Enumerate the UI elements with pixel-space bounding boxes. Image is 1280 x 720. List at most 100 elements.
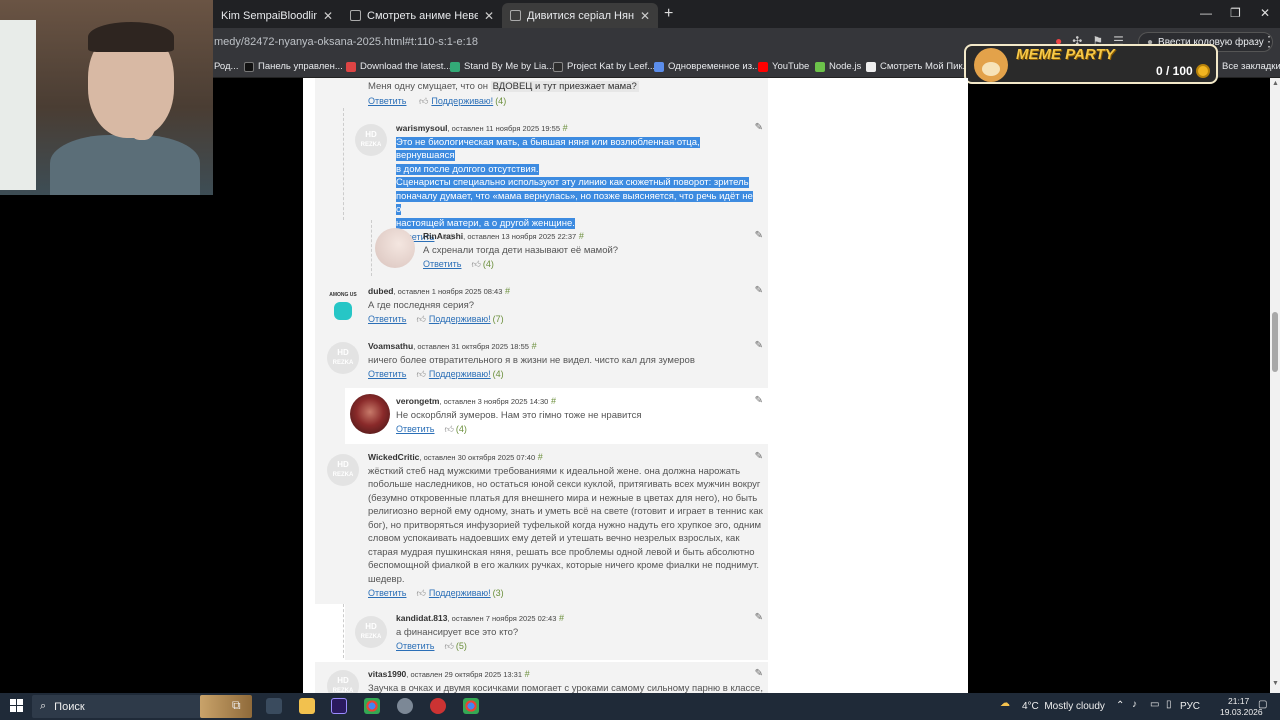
bookmark-item[interactable]: YouTube <box>758 61 809 72</box>
comment-text: Заучка в очках и двумя косичками помогае… <box>368 682 763 694</box>
thumbs-up-icon[interactable]: 👍︎ <box>416 587 425 601</box>
comment-author[interactable]: RinArashi <box>423 231 463 241</box>
reply-link[interactable]: Ответить <box>368 314 406 324</box>
network-icon[interactable]: ▭ <box>1150 699 1159 710</box>
restore-button[interactable]: ❐ <box>1230 6 1241 20</box>
reply-link[interactable]: Ответить <box>368 588 406 598</box>
edit-icon[interactable]: ✎ <box>755 395 763 406</box>
volume-icon[interactable]: ♪ <box>1132 699 1137 710</box>
chrome-icon[interactable] <box>463 698 479 714</box>
bookmark-item[interactable]: Панель управлен... <box>244 61 343 72</box>
app-icon[interactable] <box>430 698 446 714</box>
scroll-thumb[interactable] <box>1272 312 1278 372</box>
bookmark-item[interactable]: Stand By Me by Lia... <box>450 61 554 72</box>
thumbs-up-icon[interactable]: 👍︎ <box>444 640 453 654</box>
windows-start-icon[interactable] <box>10 699 23 712</box>
support-link[interactable]: Поддерживаю! <box>429 369 491 379</box>
edit-icon[interactable]: ✎ <box>755 340 763 351</box>
app-icon[interactable] <box>397 698 413 714</box>
edit-icon[interactable]: ✎ <box>755 285 763 296</box>
bookmark-item[interactable]: Project Kat by Leef... <box>553 61 655 72</box>
tab-nyanya-oksana[interactable]: Дивитися серіал Няня Оксана ✕ <box>502 3 658 28</box>
reply-link[interactable]: Ответить <box>423 259 461 269</box>
premiere-icon[interactable] <box>331 698 347 714</box>
permalink-link[interactable]: # <box>563 123 568 133</box>
edit-icon[interactable]: ✎ <box>755 668 763 679</box>
file-explorer-icon[interactable] <box>299 698 315 714</box>
clock-date[interactable]: 19.03.2026 <box>1220 707 1263 717</box>
tab-sempai-stream[interactable]: Kim SempaiBloodlines Stream - Wat ✕ <box>213 3 341 28</box>
thumbs-up-icon[interactable]: 👍︎ <box>419 95 428 109</box>
scroll-down-icon[interactable]: ▼ <box>1272 680 1279 687</box>
notification-icon[interactable]: ▢ <box>1258 699 1267 710</box>
comment-author[interactable]: verongetm <box>396 396 439 406</box>
bookmark-label: Stand By Me by Lia... <box>464 61 555 72</box>
chevron-up-icon[interactable]: ⌃ <box>1116 700 1124 711</box>
reply-link[interactable]: Ответить <box>396 641 434 651</box>
permalink-link[interactable]: # <box>551 396 556 406</box>
meme-party-widget[interactable]: MEME PARTY 0 / 100 <box>964 44 1218 84</box>
all-bookmarks[interactable]: Все закладки <box>1222 61 1280 72</box>
url-field[interactable]: medy/82472-nyanya-oksana-2025.html#t:110… <box>214 36 478 48</box>
comment-author[interactable]: vitas1990 <box>368 669 406 679</box>
close-icon[interactable]: ✕ <box>484 9 494 23</box>
permalink-link[interactable]: # <box>525 669 530 679</box>
scroll-up-icon[interactable]: ▲ <box>1272 80 1279 87</box>
support-link[interactable]: Поддерживаю! <box>431 96 493 106</box>
clock-time[interactable]: 21:17 <box>1228 696 1249 706</box>
permalink-link[interactable]: # <box>559 613 564 623</box>
permalink-link[interactable]: # <box>505 286 510 296</box>
language-indicator[interactable]: РУС <box>1180 701 1200 712</box>
new-tab-button[interactable]: + <box>664 5 673 23</box>
support-link[interactable]: Поддерживаю! <box>429 314 491 324</box>
comment-author[interactable]: WickedCritic <box>368 452 419 462</box>
support-link[interactable]: Поддерживаю! <box>429 588 491 598</box>
comment-author[interactable]: Voamsathu <box>368 341 413 351</box>
edit-icon[interactable]: ✎ <box>755 451 763 462</box>
comment-text: а финансирует все это кто? <box>396 626 519 638</box>
comment-text-line: настоящей матери, а о другой женщине. <box>396 217 575 229</box>
close-window-button[interactable]: ✕ <box>1260 6 1270 20</box>
webcam-window-light <box>0 20 36 190</box>
permalink-link[interactable]: # <box>532 341 537 351</box>
bookmark-item[interactable]: Смотреть Мой Пик... <box>866 61 970 72</box>
thumbs-up-icon[interactable]: 👍︎ <box>416 313 425 327</box>
comment-author[interactable]: dubed <box>368 286 394 296</box>
thumbs-up-icon[interactable]: 👍︎ <box>444 423 453 437</box>
permalink-link[interactable]: # <box>538 452 543 462</box>
thumbs-up-icon[interactable]: 👍︎ <box>416 368 425 382</box>
webcam-person-body <box>50 135 200 195</box>
site-icon <box>553 61 563 72</box>
reply-link[interactable]: Ответить <box>368 369 406 379</box>
comment-body: warismysoul, оставлен 11 ноября 2025 19:… <box>396 122 758 245</box>
browser-menu-icon[interactable]: ⋮ <box>1262 33 1276 50</box>
page-scrollbar[interactable]: ▲ ▼ <box>1270 78 1280 693</box>
bookmark-item[interactable]: Node.js <box>815 61 861 72</box>
task-view-icon[interactable]: ⧉ <box>232 698 248 714</box>
edit-icon[interactable]: ✎ <box>755 122 763 133</box>
chrome-icon[interactable] <box>364 698 380 714</box>
app-icon[interactable] <box>266 698 282 714</box>
taskbar-search[interactable]: ⌕ Поиск <box>32 695 252 718</box>
edit-icon[interactable]: ✎ <box>755 612 763 623</box>
permalink-link[interactable]: # <box>579 231 584 241</box>
comment-date: , оставлен 1 ноября 2025 08:43 <box>393 287 503 296</box>
comment-author[interactable]: kandidat.813 <box>396 613 448 623</box>
weather-icon[interactable]: ☁ <box>1000 698 1010 709</box>
battery-icon[interactable]: ▯ <box>1166 699 1172 710</box>
comments-page: Меня одну смущает, что он ВДОВЕЦ и тут п… <box>303 78 968 693</box>
comment-author[interactable]: warismysoul <box>396 123 448 133</box>
bookmark-item[interactable]: Download the latest... <box>346 61 451 72</box>
minimize-button[interactable]: — <box>1200 6 1212 20</box>
bookmark-item[interactable]: Одновременное из... <box>654 61 760 72</box>
weather-text[interactable]: 4°C Mostly cloudy <box>1022 701 1105 712</box>
thumbs-up-icon[interactable]: 👍︎ <box>471 258 480 272</box>
reply-link[interactable]: Ответить <box>368 96 406 106</box>
reply-link[interactable]: Ответить <box>396 424 434 434</box>
tab-anime[interactable]: Смотреть аниме Невероятные ✕ <box>342 3 502 28</box>
close-icon[interactable]: ✕ <box>640 9 650 23</box>
bookmark-item[interactable]: Род... <box>214 61 238 72</box>
bookmark-label: Род... <box>214 61 239 72</box>
edit-icon[interactable]: ✎ <box>755 230 763 241</box>
close-icon[interactable]: ✕ <box>323 9 333 23</box>
